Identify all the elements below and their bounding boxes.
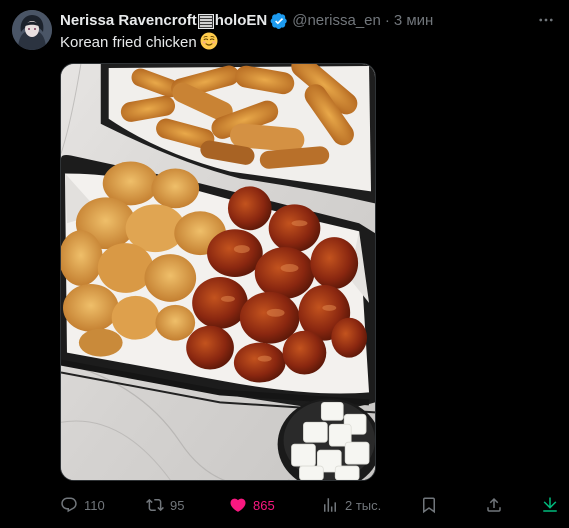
reply-count: 110	[84, 497, 105, 513]
more-icon[interactable]	[533, 9, 559, 31]
timestamp[interactable]: 3 мин	[394, 11, 434, 31]
retweet-icon	[146, 496, 164, 514]
reply-icon	[60, 496, 78, 514]
tweet: Nerissa Ravencroft holoEN @nerissa_en · …	[0, 0, 569, 528]
tweet-actions: 110 95 865 2 тыс.	[60, 492, 560, 518]
fried-chicken-photo	[61, 64, 375, 480]
hololive-flag-icon	[197, 13, 214, 29]
views-count: 2 тыс.	[345, 497, 382, 513]
author-name[interactable]: Nerissa Ravencroft	[60, 11, 197, 31]
like-button[interactable]: 865	[229, 492, 275, 518]
tweet-header: Nerissa Ravencroft holoEN @nerissa_en · …	[60, 11, 433, 31]
tweet-photo[interactable]	[60, 63, 376, 481]
retweet-count: 95	[170, 497, 185, 513]
retweet-button[interactable]: 95	[146, 492, 184, 518]
tweet-text: Korean fried chicken	[60, 32, 218, 53]
author-name-suffix[interactable]: holoEN	[215, 11, 268, 31]
share-button[interactable]	[485, 492, 503, 518]
bookmark-button[interactable]	[420, 492, 438, 518]
avatar[interactable]	[12, 10, 52, 50]
avatar-image	[12, 10, 52, 50]
author-handle[interactable]: @nerissa_en	[292, 11, 381, 31]
relieved-face-emoji-icon	[200, 32, 218, 50]
download-button[interactable]	[541, 492, 559, 518]
views-button[interactable]: 2 тыс.	[321, 492, 381, 518]
separator-dot: ·	[384, 12, 390, 29]
verified-badge-icon[interactable]	[270, 12, 288, 30]
tweet-text-content: Korean fried chicken	[60, 34, 197, 51]
bookmark-icon	[420, 496, 438, 514]
download-icon	[541, 496, 559, 514]
heart-icon	[229, 496, 247, 514]
reply-button[interactable]: 110	[60, 492, 105, 518]
share-icon	[485, 496, 503, 514]
like-count: 865	[253, 497, 275, 513]
views-icon	[321, 496, 339, 514]
